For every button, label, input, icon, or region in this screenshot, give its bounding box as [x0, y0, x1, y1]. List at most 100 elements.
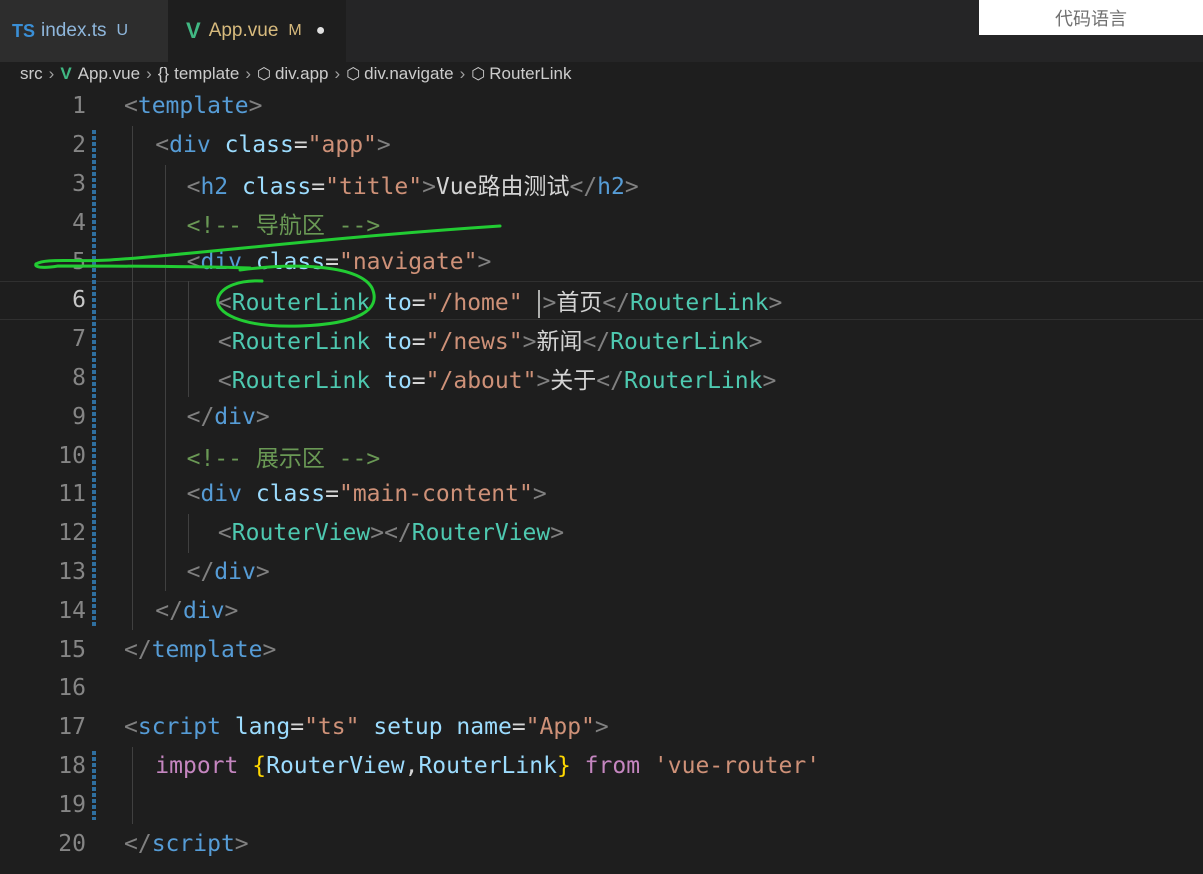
code-text: <h2 class="title">Vue路由测试</h2> — [187, 167, 639, 201]
code-token: 'vue-router' — [653, 752, 821, 779]
code-line[interactable]: 5 <div class="navigate"> — [0, 242, 1203, 281]
code-token: </ — [155, 597, 183, 624]
code-token: RouterLink — [231, 329, 371, 356]
code-token: to — [384, 290, 412, 317]
code-token: > — [255, 403, 270, 430]
code-token: class — [242, 173, 312, 200]
typescript-icon: TS — [12, 20, 36, 41]
code-token: > — [624, 173, 639, 200]
code-token: "App" — [525, 714, 595, 741]
code-token: </ — [582, 329, 611, 356]
line-number: 16 — [58, 675, 86, 702]
code-line[interactable]: 3 <h2 class="title">Vue路由测试</h2> — [0, 165, 1203, 204]
code-token: "navigate" — [338, 248, 478, 275]
code-token: = — [411, 329, 426, 356]
code-token: script — [151, 830, 235, 857]
code-line[interactable]: 6 <RouterLink to="/home" >首页</RouterLink> — [0, 281, 1203, 320]
code-token: > — [376, 132, 391, 159]
code-line[interactable]: 20 </script> — [0, 824, 1203, 863]
code-line[interactable]: 10 <!-- 展示区 --> — [0, 436, 1203, 475]
code-token: > — [262, 636, 277, 663]
code-token: > — [768, 290, 783, 317]
code-token: > — [522, 329, 537, 356]
code-token: "main-content" — [338, 481, 533, 508]
line-number: 14 — [58, 597, 86, 624]
code-token: template — [137, 93, 249, 120]
breadcrumb-item[interactable]: template — [174, 64, 239, 84]
code-token: RouterLink — [610, 329, 749, 356]
code-token: </ — [602, 290, 631, 317]
line-number: 3 — [72, 170, 86, 197]
breadcrumb-item[interactable]: src — [20, 64, 43, 84]
code-line[interactable]: 8 <RouterLink to="/about">关于</RouterLink> — [0, 359, 1203, 398]
git-change-marker[interactable] — [92, 750, 96, 821]
code-token: to — [384, 367, 412, 394]
code-token: div — [214, 403, 256, 430]
breadcrumb-item[interactable]: RouterLink — [489, 64, 571, 84]
line-number: 12 — [58, 520, 86, 547]
code-text: <template> — [124, 93, 263, 119]
code-text: <div class="main-content"> — [187, 481, 547, 507]
code-token: = — [511, 714, 526, 741]
code-line[interactable]: 2 <div class="app"> — [0, 126, 1203, 165]
code-line[interactable]: 19 — [0, 785, 1203, 824]
tab-app-vue[interactable]: V App.vue M ● — [168, 0, 346, 62]
line-number: 6 — [72, 287, 86, 314]
code-token: = — [325, 248, 339, 275]
code-text: <RouterLink to="/about">关于</RouterLink> — [218, 361, 776, 395]
cube-icon: ⬡ — [471, 66, 486, 83]
chevron-right-icon: › — [245, 64, 251, 83]
code-line[interactable]: 7 <RouterLink to="/news">新闻</RouterLink> — [0, 320, 1203, 359]
code-token: > — [234, 830, 249, 857]
code-line[interactable]: 4 <!-- 导航区 --> — [0, 203, 1203, 242]
chevron-right-icon: › — [459, 64, 466, 83]
code-token: = — [290, 714, 305, 741]
code-token: lang — [234, 714, 291, 741]
code-line[interactable]: 12 <RouterView></RouterView> — [0, 514, 1203, 553]
indent-guide — [165, 164, 166, 592]
code-line[interactable]: 13 </div> — [0, 553, 1203, 592]
code-line[interactable]: 15 </template> — [0, 630, 1203, 669]
code-line[interactable]: 14 </div> — [0, 591, 1203, 630]
code-token: = — [293, 132, 308, 159]
code-line[interactable]: 9 </div> — [0, 397, 1203, 436]
code-line[interactable]: 18 import {RouterView,RouterLink} from 'v… — [0, 747, 1203, 786]
unsaved-dot-icon[interactable]: ● — [316, 22, 326, 40]
code-editor[interactable]: 1 <template> 2 <div class="app"> 3 <h2 class=… — [0, 86, 1203, 874]
line-number: 13 — [58, 558, 86, 585]
code-line[interactable]: 16 — [0, 669, 1203, 708]
code-token: </ — [596, 367, 624, 394]
code-token: > — [536, 367, 551, 394]
video-caption-overlay: 代码语言 — [979, 0, 1203, 35]
code-line[interactable]: 17 <script lang="ts" setup name="App"> — [0, 708, 1203, 747]
breadcrumb-item[interactable]: App.vue — [78, 64, 140, 84]
modified-badge: M — [288, 22, 302, 39]
line-number: 2 — [72, 132, 86, 159]
code-line[interactable]: 1 <template> — [0, 87, 1203, 126]
breadcrumb-item[interactable]: div.navigate — [364, 64, 453, 84]
code-token: < — [186, 248, 201, 275]
code-token: ></ — [370, 520, 412, 547]
code-token: class — [224, 132, 294, 159]
code-token: < — [217, 329, 232, 356]
breadcrumb-item[interactable]: div.app — [275, 64, 329, 84]
code-token: RouterLink — [624, 367, 763, 394]
code-token: script — [137, 714, 221, 741]
code-line[interactable]: 11 <div class="main-content"> — [0, 475, 1203, 514]
code-token: = — [311, 173, 326, 200]
code-text: <RouterLink to="/news">新闻</RouterLink> — [218, 322, 763, 356]
code-token: > — [532, 481, 547, 508]
breadcrumb: src › V App.vue › {} template › ⬡ div.ap… — [0, 62, 1203, 86]
line-number: 17 — [58, 714, 86, 741]
code-token: = — [325, 481, 339, 508]
git-change-marker[interactable] — [92, 129, 96, 627]
code-token: div — [169, 132, 211, 159]
tab-index-ts[interactable]: TS index.ts U — [0, 0, 168, 62]
vue-icon: V — [186, 18, 201, 43]
cube-icon: ⬡ — [256, 66, 271, 83]
